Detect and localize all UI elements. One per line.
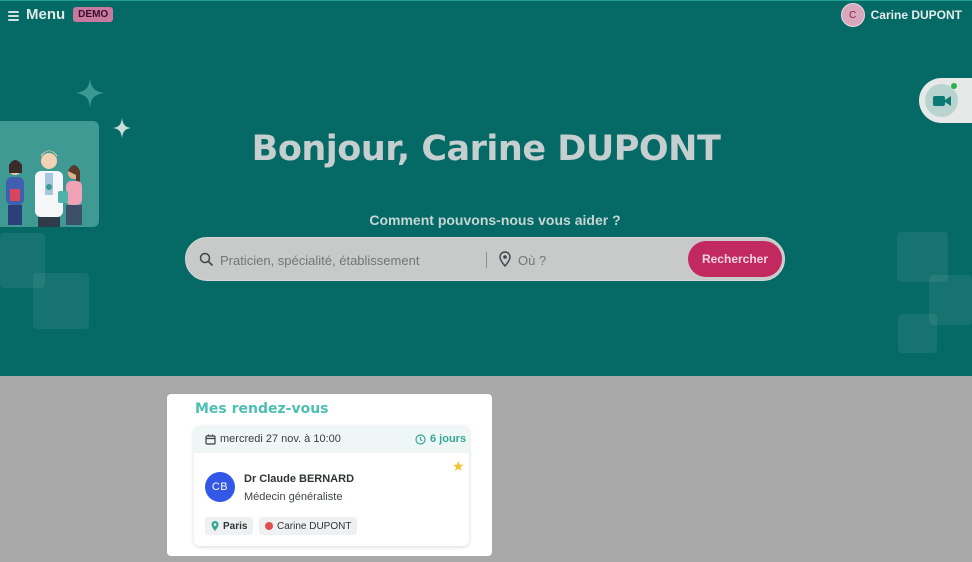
demo-badge: DEMO [73,7,114,22]
video-call-button[interactable] [919,78,972,123]
clock-icon [415,434,426,445]
star-icon[interactable]: ★ [452,458,465,475]
patient-label: Carine DUPONT [277,520,352,532]
appointment-date: mercredi 27 nov. à 10:00 [220,433,341,445]
patient-tag: Carine DUPONT [259,517,358,535]
appointment-header: mercredi 27 nov. à 10:00 6 jours [194,426,469,453]
help-text: Comment pouvons-nous vous aider ? [369,212,621,228]
location-pin-icon [211,521,219,531]
search-divider [486,252,487,268]
search-icon [199,252,213,266]
hamburger-icon [8,10,20,21]
appointment-countdown: 6 jours [430,433,467,445]
doctor-name: Dr Claude BERNARD [244,473,355,485]
city-label: Paris [223,520,248,532]
search-input[interactable] [220,250,482,270]
search-button[interactable]: Rechercher [688,241,782,277]
location-input[interactable] [518,250,678,270]
appointment-item[interactable]: mercredi 27 nov. à 10:00 6 jours ★ CB Dr… [194,426,469,546]
user-menu[interactable]: C Carine DUPONT [840,3,962,27]
top-bar: Menu DEMO C Carine DUPONT [0,1,972,29]
decor-square [898,314,937,353]
online-indicator [951,83,957,89]
greeting-heading: Bonjour, Carine DUPONT [251,129,721,169]
menu-label: Menu [26,6,66,23]
user-name: Carine DUPONT [870,8,962,22]
location-pin-icon [499,251,511,267]
patient-color-dot [265,522,273,530]
calendar-icon [205,434,216,445]
avatar: C [840,3,865,27]
doctor-avatar: CB [205,472,235,502]
decor-square [33,273,89,329]
search-bar: Rechercher [185,237,785,281]
menu-button[interactable]: Menu DEMO [8,6,114,23]
appointments-title: Mes rendez-vous [195,401,329,417]
city-tag: Paris [205,517,254,535]
doctor-specialty: Médecin généraliste [244,491,343,503]
hero-banner: Menu DEMO C Carine DUPONT Bonjour, Carin… [0,0,972,376]
sparkle-icon [76,78,104,108]
appointments-card: Mes rendez-vous mercredi 27 nov. à 10:00… [167,394,492,556]
